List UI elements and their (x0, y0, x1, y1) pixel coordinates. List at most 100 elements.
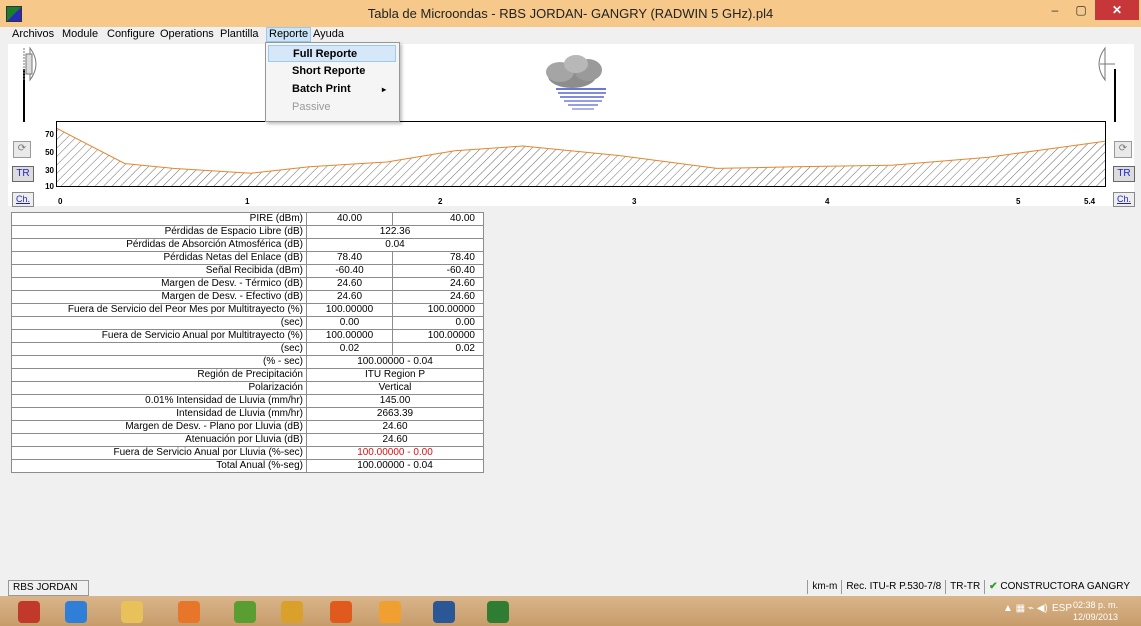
minimize-button[interactable]: – (1042, 0, 1068, 20)
table-row: Fuera de Servicio Anual por Lluvia (%-se… (11, 446, 484, 460)
status-company-cell: ✔ CONSTRUCTORA GANGRY (984, 580, 1134, 594)
clock-date: 12/09/2013 (1073, 612, 1119, 622)
taskbar-app-button[interactable] (168, 599, 208, 625)
row-label: Atenuación por Lluvia (dB) (11, 433, 307, 447)
table-row: Fuera de Servicio Anual por Multitrayect… (11, 329, 484, 343)
taskbar-app-button[interactable] (320, 599, 360, 625)
table-row: (sec) 0.02 0.02 (11, 342, 484, 356)
table-row: (% - sec) 100.00000 - 0.04 (11, 355, 484, 369)
row-label: Margen de Desv. - Plano por Lluvia (dB) (11, 420, 307, 434)
terrain-profile[interactable] (56, 121, 1106, 187)
check-icon: ✔ (989, 581, 998, 592)
rotate-left-icon[interactable]: ⟳ (13, 141, 31, 158)
taskbar-app-button[interactable] (111, 599, 151, 625)
row-label: Margen de Desv. - Efectivo (dB) (11, 290, 307, 304)
internet-explorer-icon (65, 601, 87, 623)
taskbar-app-button[interactable] (55, 599, 95, 625)
row-label: Fuera de Servicio Anual por Multitrayect… (11, 329, 307, 343)
table-row: (sec) 0.00 0.00 (11, 316, 484, 330)
clock[interactable]: 02:38 p. m. 12/09/2013 (1073, 599, 1118, 623)
table-row: Región de Precipitación ITU Region P (11, 368, 484, 382)
row-label: Pérdidas Netas del Enlace (dB) (11, 251, 307, 265)
taskbar-app-button[interactable] (477, 599, 517, 625)
menu-ayuda[interactable]: Ayuda (311, 27, 346, 42)
status-rec: Rec. ITU-R P.530-7/8 (841, 580, 945, 594)
row-value: 122.36 (306, 225, 484, 239)
row-value-site1: 24.60 (306, 277, 393, 291)
menu-operations[interactable]: Operations (158, 27, 216, 42)
taskbar-app-button[interactable] (423, 599, 463, 625)
taskbar: ▲ ▦ ⌁ ◀) ESP 02:38 p. m. 12/09/2013 (0, 596, 1141, 626)
window-title: Tabla de Microondas - RBS JORDAN- GANGRY… (367, 6, 774, 21)
ch-right-button[interactable]: Ch. (1113, 192, 1135, 207)
row-value-site1: 0.00 (306, 316, 393, 330)
firefox-like-icon (18, 601, 40, 623)
pathloss-icon (487, 601, 509, 623)
row-value-site2: 24.60 (392, 290, 484, 304)
row-value-site1: 40.00 (306, 212, 393, 226)
chrome-icon (281, 601, 303, 623)
x-tick-4: 4 (825, 197, 830, 206)
tray-icons[interactable]: ▲ ▦ ⌁ ◀) (1003, 603, 1048, 614)
table-row: Pérdidas de Espacio Libre (dB) 122.36 (11, 225, 484, 239)
row-label: Margen de Desv. - Térmico (dB) (11, 277, 307, 291)
menu-reporte[interactable]: Reporte (266, 27, 312, 42)
menu-short-reporte[interactable]: Short Reporte (268, 63, 396, 80)
row-label: (sec) (11, 316, 307, 330)
row-value-site2: -60.40 (392, 264, 484, 278)
tr-right-button[interactable]: TR (1113, 166, 1135, 182)
menu-configure[interactable]: Configure (105, 27, 157, 42)
row-label: Polarización (11, 381, 307, 395)
ch-left-button[interactable]: Ch. (12, 192, 34, 207)
menu-archivos[interactable]: Archivos (10, 27, 56, 42)
rotate-right-icon[interactable]: ⟳ (1114, 141, 1132, 158)
row-value-site2: 100.00000 (392, 329, 484, 343)
menu-passive: Passive (292, 101, 331, 113)
tr-left-button[interactable]: TR (12, 166, 34, 182)
menu-module[interactable]: Module (60, 27, 100, 42)
table-row: Margen de Desv. - Efectivo (dB) 24.60 24.6… (11, 290, 484, 304)
row-value: 100.00000 - 0.04 (306, 355, 484, 369)
close-button[interactable]: ✕ (1095, 0, 1139, 20)
y-tick-30: 30 (45, 166, 54, 175)
row-label: Señal Recibida (dBm) (11, 264, 307, 278)
maximize-button[interactable]: ▢ (1068, 0, 1094, 20)
taskbar-app-button[interactable] (8, 599, 48, 625)
winamp-icon (234, 601, 256, 623)
y-tick-70: 70 (45, 130, 54, 139)
status-company: CONSTRUCTORA GANGRY (1000, 581, 1130, 592)
row-label: Intensidad de Lluvia (mm/hr) (11, 407, 307, 421)
menu-batch-print[interactable]: Batch Print ▸ (268, 81, 396, 98)
y-tick-10: 10 (45, 182, 54, 191)
taskbar-app-button[interactable] (224, 599, 264, 625)
tray-language[interactable]: ESP (1052, 603, 1072, 614)
row-value-site2: 0.02 (392, 342, 484, 356)
menu-full-reporte[interactable]: Full Reporte (268, 45, 396, 62)
table-row: Señal Recibida (dBm) -60.40 -60.40 (11, 264, 484, 278)
submenu-arrow-icon: ▸ (381, 85, 386, 94)
taskbar-app-button[interactable] (271, 599, 311, 625)
results-table: PIRE (dBm) 40.00 40.00 Pérdidas de Espacio … (11, 212, 484, 473)
taskbar-app-button[interactable] (369, 599, 409, 625)
status-units: km-m (807, 580, 841, 594)
row-label: Pérdidas de Absorción Atmosférica (dB) (11, 238, 307, 252)
menu-plantilla[interactable]: Plantilla (218, 27, 261, 42)
x-tick-5-4: 5.4 (1084, 197, 1096, 206)
table-row: Margen de Desv. - Térmico (dB) 24.60 24.60 (11, 277, 484, 291)
row-label: PIRE (dBm) (11, 212, 307, 226)
reporte-dropdown: Full Reporte Short Reporte Batch Print ▸ … (265, 42, 400, 122)
y-tick-50: 50 (45, 148, 54, 157)
terrain-chart (57, 127, 1105, 186)
row-value-site1: -60.40 (306, 264, 393, 278)
row-label: 0.01% Intensidad de Lluvia (mm/hr) (11, 394, 307, 408)
row-value: 100.00000 - 0.04 (306, 459, 484, 473)
office-icon (178, 601, 200, 623)
outlook-icon (379, 601, 401, 623)
table-row: Total Anual (%-seg) 100.00000 - 0.04 (11, 459, 484, 473)
table-row: PIRE (dBm) 40.00 40.00 (11, 212, 484, 226)
row-value: Vertical (306, 381, 484, 395)
row-label: Fuera de Servicio Anual por Lluvia (%-se… (11, 446, 307, 460)
row-label: (% - sec) (11, 355, 307, 369)
status-tr: TR-TR (945, 580, 984, 594)
row-value: 2663.39 (306, 407, 484, 421)
